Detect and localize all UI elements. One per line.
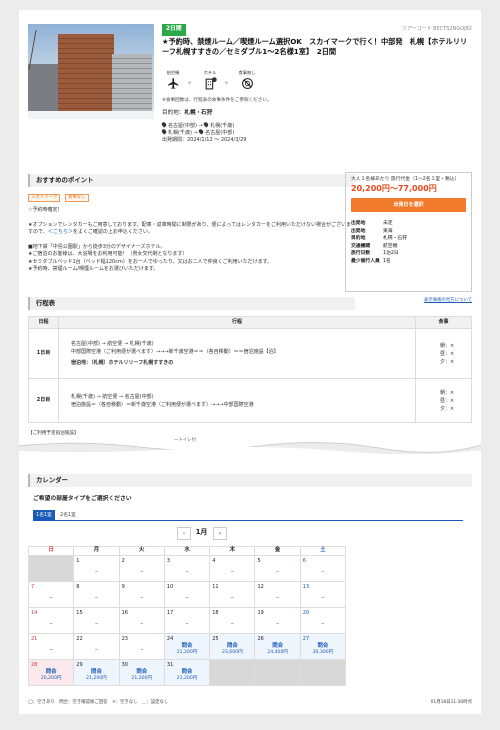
calendar-day-cell: 22 _ bbox=[73, 633, 120, 660]
calendar-day-cell[interactable]: 29 問合 21,200円 bbox=[73, 659, 120, 686]
room-type-tabs: 1名1室 2名1室 bbox=[33, 510, 463, 521]
hotel-icon bbox=[204, 76, 217, 90]
calendar-day-cell: 23 _ bbox=[118, 633, 165, 660]
calendar-day-cell: 6 _ bbox=[299, 555, 347, 582]
price-caption: 大人１名様あたり 旅行代金（1～2名１室・税込） bbox=[351, 177, 460, 182]
calendar-day-cell: 20 _ bbox=[299, 607, 347, 634]
calendar-day-cell[interactable]: 30 問合 21,200円 bbox=[118, 659, 165, 686]
page-break-divider bbox=[19, 441, 481, 454]
details-link[interactable]: ＜こちら＞ bbox=[48, 229, 73, 235]
calendar-legend: ◯：空きあり 問合：空き確認後ご回答 ✕：空きなし ＿：設定なし bbox=[28, 700, 169, 705]
price-explanation-link[interactable]: 表示価格の見方について bbox=[424, 298, 472, 304]
map-pin-icon bbox=[198, 128, 205, 135]
weekday-header: 土 bbox=[299, 546, 347, 556]
recommend-heading: おすすめのポイント bbox=[28, 174, 355, 187]
calendar-day-cell[interactable]: 24 問合 21,200円 bbox=[163, 633, 211, 660]
calendar-empty-cell bbox=[209, 659, 256, 686]
itinerary-heading: 行程表 bbox=[28, 297, 355, 310]
feature-no-meal: 食事無し bbox=[236, 70, 258, 90]
hotel-footnote: 【ご利用予定宿泊施設】 bbox=[28, 431, 79, 436]
calendar-day-cell: 12 _ bbox=[254, 581, 301, 608]
weekday-header: 火 bbox=[118, 546, 165, 556]
hotel-photo bbox=[28, 24, 154, 119]
tour-title: ★予約時、禁煙ルーム／喫煙ルーム選択OK スカイマークで行く！中部発 札幌【ホテ… bbox=[162, 37, 468, 57]
itinerary-table: 日程 行程 食事 1日目 名古屋(中部) → 航空便 → 札幌(千歳) 中部国際… bbox=[28, 316, 472, 423]
price-range: 20,200円～77,000円 bbox=[351, 184, 437, 194]
days-badge: 2日間 bbox=[162, 24, 186, 36]
calendar-day-cell: 1 _ bbox=[73, 555, 120, 582]
no-meal-icon bbox=[241, 77, 254, 90]
calendar-day-cell: 9 _ bbox=[118, 581, 165, 608]
calendar-day-cell: 11 _ bbox=[209, 581, 256, 608]
room-type-question: ご希望の部屋タイプをご選択ください bbox=[33, 496, 132, 502]
tab-1-person-1-room[interactable]: 1名1室 bbox=[33, 510, 55, 521]
tour-info-table: 出発地 未定 出発地 東海 目的地 札幌・石狩 交通機関 航空機 旅行日数 1泊2日 最少… bbox=[351, 220, 407, 265]
destination: 目的地：札幌・石狩 bbox=[162, 110, 213, 116]
calendar-day-cell[interactable]: 31 問合 21,200円 bbox=[163, 659, 211, 686]
calendar-day-cell: 5 _ bbox=[254, 555, 301, 582]
calendar-day-cell: 10 _ bbox=[163, 581, 211, 608]
table-row: 2日目 札幌(千歳) → 航空便 → 名古屋(中部) 宿泊施設＝（各自移動）＝新… bbox=[28, 378, 472, 423]
next-month-button[interactable]: › bbox=[213, 527, 227, 540]
tag-skymark: スカイマーク bbox=[28, 194, 61, 202]
weekday-header: 木 bbox=[209, 546, 256, 556]
map-pin-icon bbox=[160, 128, 168, 135]
departure-period: 出発期間：2024/1/12 ～ 2024/3/29 bbox=[162, 137, 247, 143]
calendar-day-cell: 15 _ bbox=[73, 607, 120, 634]
recommend-body: ☆予約時確定！ ★オプションでレンタカーもご用意しております。配車・返車時間に制… bbox=[28, 207, 355, 274]
calendar-day-cell: 21 _ bbox=[27, 633, 75, 660]
tour-detail-page: 2日間 ツアーコード B5CTS2NGOJ82 ★予約時、禁煙ルーム／喫煙ルーム… bbox=[19, 10, 481, 714]
feature-hotel: ホテル bbox=[199, 70, 221, 90]
weekday-header: 金 bbox=[254, 546, 301, 556]
calendar-day-cell: 19 _ bbox=[254, 607, 301, 634]
rental-car-note: ★オプションでレンタカーもご用意しております。配車・返車時間に制限があり、便によ… bbox=[28, 221, 351, 236]
weekday-header: 水 bbox=[163, 546, 211, 556]
table-row: 1日目 名古屋(中部) → 航空便 → 札幌(千歳) 中部国際空港（ご利用便が選… bbox=[28, 328, 472, 379]
calendar-day-cell: 17 _ bbox=[163, 607, 211, 634]
calendar-day-cell: 8 _ bbox=[73, 581, 120, 608]
tab-2-persons-1-room[interactable]: 2名1室 bbox=[57, 510, 79, 521]
calendar-day-cell: 18 _ bbox=[209, 607, 256, 634]
calendar-day-cell: 2 _ bbox=[118, 555, 165, 582]
weekday-header: 日 bbox=[27, 546, 75, 556]
current-month: 1月 bbox=[195, 528, 208, 536]
feature-airplane: 航空機 bbox=[162, 70, 184, 90]
calendar-empty-cell bbox=[27, 555, 75, 582]
calendar-day-cell: 4 _ bbox=[209, 555, 256, 582]
calendar-day-cell: 14 _ bbox=[27, 607, 75, 634]
calendar-heading: カレンダー bbox=[28, 474, 472, 487]
calendar-day-cell[interactable]: 25 問合 23,600円 bbox=[209, 633, 256, 660]
calendar-day-cell: 13 _ bbox=[299, 581, 347, 608]
price-box: 大人１名様あたり 旅行代金（1～2名１室・税込） 20,200円～77,000円… bbox=[345, 172, 472, 292]
calendar-day-cell[interactable]: 28 問合 20,200円 bbox=[27, 659, 75, 686]
map-pin-icon bbox=[203, 121, 210, 128]
meal-note: ※食事回数は、行程表の食事条件をご参照ください。 bbox=[162, 98, 272, 103]
map-pin-icon bbox=[160, 121, 168, 128]
updated-time: 01月18日11:30時点 bbox=[430, 700, 472, 705]
select-departure-button[interactable]: 出発日を選択 bbox=[351, 198, 466, 213]
weekday-header: 月 bbox=[73, 546, 120, 556]
calendar-day-cell: 16 _ bbox=[118, 607, 165, 634]
calendar-empty-cell bbox=[299, 659, 347, 686]
availability-calendar: 日月火水木金土 1 _ 2 _ 3 _ 4 _ 5 _ 6 _ 7 _ 8 _ 9 _ 10 _ 11 _ 12 _ 13 _ 14… bbox=[27, 546, 347, 686]
calendar-day-cell[interactable]: 26 問合 24,400円 bbox=[254, 633, 301, 660]
calendar-day-cell: 7 _ bbox=[27, 581, 75, 608]
route-return: 札幌(千歳) → 名古屋(中部) bbox=[160, 128, 234, 137]
calendar-day-cell: 3 _ bbox=[163, 555, 211, 582]
prev-month-button[interactable]: ‹ bbox=[177, 527, 191, 540]
tour-code: ツアーコード B5CTS2NGOJ82 bbox=[401, 26, 472, 32]
tag-no-meal: 食事なし bbox=[65, 194, 89, 202]
calendar-empty-cell bbox=[254, 659, 301, 686]
calendar-day-cell[interactable]: 27 問合 30,300円 bbox=[299, 633, 347, 660]
airplane-icon bbox=[167, 77, 180, 90]
